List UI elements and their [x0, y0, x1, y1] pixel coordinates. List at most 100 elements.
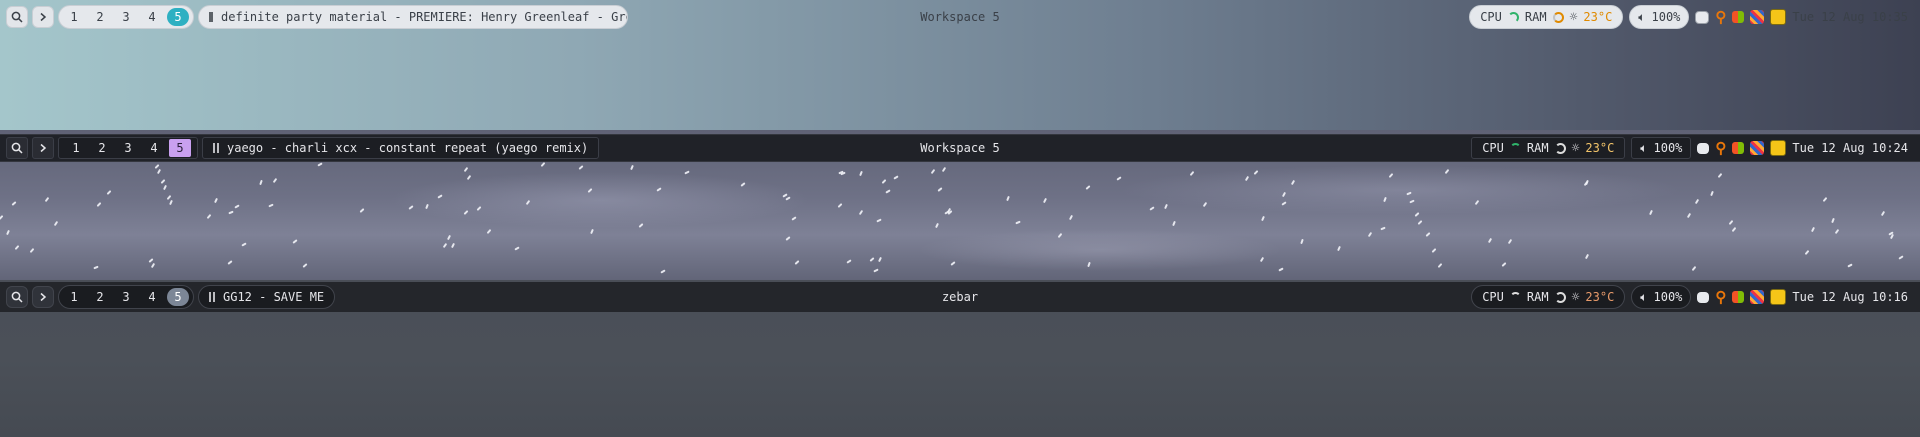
snowflake — [53, 220, 59, 227]
snowflake — [442, 242, 448, 249]
speaker-icon: 🔈︎ — [1640, 140, 1648, 155]
clock[interactable]: Tue 12 Aug 10:16 — [1792, 290, 1908, 304]
snowflake — [1889, 233, 1895, 240]
workspace-4[interactable]: 4 — [141, 288, 163, 306]
volume-widget[interactable]: 🔈︎ 100% — [1631, 137, 1692, 159]
cpu-label: CPU — [1482, 290, 1504, 304]
ram-label: RAM — [1526, 141, 1549, 155]
snowflake — [1164, 203, 1168, 210]
snowflake — [1015, 220, 1021, 225]
snowflake — [1425, 232, 1431, 237]
search-magnifier-icon[interactable]: ⚲ — [1715, 8, 1726, 26]
snowflake — [1042, 197, 1048, 204]
search-magnifier-icon[interactable]: ⚲ — [1715, 288, 1726, 306]
stripes-app-icon[interactable] — [1750, 290, 1765, 304]
workspace-2[interactable]: 2 — [89, 288, 111, 306]
media-widget[interactable]: yaego - charli xcx - constant repeat (ya… — [202, 137, 600, 159]
volume-value: 100% — [1653, 141, 1683, 155]
snowflake — [1710, 190, 1714, 197]
snowflake — [1383, 196, 1387, 203]
media-widget[interactable]: GG12 - SAVE ME — [198, 285, 336, 309]
system-stats: CPU RAM ☼ 23°C — [1471, 285, 1626, 309]
media-widget[interactable]: definite party material - PREMIERE: Henr… — [198, 5, 628, 29]
discord-icon[interactable] — [1695, 10, 1710, 24]
snowflake — [259, 179, 263, 186]
stripes-app-icon[interactable] — [1750, 10, 1765, 24]
snowflake — [885, 189, 891, 194]
snowflake — [1367, 231, 1373, 238]
snowflake — [1880, 210, 1886, 217]
snowflake — [6, 229, 10, 236]
workspace-5-active[interactable]: 5 — [169, 139, 191, 157]
now-playing-title: yaego - charli xcx - constant repeat (ya… — [227, 141, 589, 155]
next-button[interactable] — [32, 286, 54, 308]
clock[interactable]: Tue 12 Aug 10:24 — [1792, 141, 1908, 155]
snowflake — [1149, 206, 1155, 211]
next-button[interactable] — [32, 137, 54, 159]
snowflake — [14, 244, 20, 251]
workspace-4[interactable]: 4 — [143, 139, 165, 157]
workspace-4[interactable]: 4 — [141, 8, 163, 26]
system-stats: CPU RAM ☼ 23°C — [1469, 5, 1624, 29]
windows-icon[interactable] — [1732, 291, 1745, 303]
volume-widget[interactable]: 🔈︎ 100% — [1631, 285, 1692, 309]
search-button[interactable] — [6, 286, 28, 308]
workspace-5-active[interactable]: 5 — [167, 288, 189, 306]
clock[interactable]: Tue 12 Aug 10:35 — [1792, 10, 1908, 24]
snowflake — [156, 168, 162, 175]
temperature: 23°C — [1583, 10, 1613, 24]
workspace-3[interactable]: 3 — [117, 139, 139, 157]
snowflake — [1281, 191, 1287, 198]
snowflake — [1831, 217, 1835, 224]
workspace-1[interactable]: 1 — [63, 8, 85, 26]
snowflake — [268, 203, 274, 208]
ram-usage-icon — [1554, 142, 1566, 154]
search-button[interactable] — [6, 6, 28, 28]
search-magnifier-icon[interactable]: ⚲ — [1715, 139, 1726, 157]
snowflake — [1898, 255, 1904, 260]
workspace-1[interactable]: 1 — [65, 139, 87, 157]
volume-widget[interactable]: 🔈︎ 100% — [1629, 5, 1690, 29]
snowflake — [446, 234, 452, 241]
discord-icon[interactable] — [1697, 291, 1710, 303]
snowflake — [1431, 248, 1437, 253]
stripes-app-icon[interactable] — [1750, 141, 1765, 155]
snowflake — [29, 247, 35, 254]
workspace-switcher: 1 2 3 4 5 — [58, 285, 194, 309]
chevron-right-icon — [40, 143, 47, 153]
snowflake — [656, 187, 662, 192]
image-viewer-icon[interactable] — [1770, 9, 1787, 25]
next-button[interactable] — [32, 6, 54, 28]
snowflake — [794, 260, 800, 265]
now-playing-title: GG12 - SAVE ME — [223, 290, 325, 304]
snowflake — [1380, 226, 1386, 231]
now-playing-title: definite party material - PREMIERE: Henr… — [221, 10, 628, 24]
snowflake — [1584, 253, 1590, 260]
pause-icon — [209, 292, 215, 302]
snowflake — [359, 208, 365, 213]
workspace-2[interactable]: 2 — [91, 139, 113, 157]
workspace-3[interactable]: 3 — [115, 8, 137, 26]
snowflake — [1085, 185, 1091, 190]
snowflake — [214, 197, 218, 204]
image-viewer-icon[interactable] — [1770, 289, 1787, 305]
workspace-1[interactable]: 1 — [63, 288, 85, 306]
snowflake — [740, 182, 746, 187]
workspace-3[interactable]: 3 — [115, 288, 137, 306]
snowflake — [1834, 228, 1840, 235]
weather-icon: ☼ — [1571, 289, 1580, 305]
image-viewer-icon[interactable] — [1770, 140, 1787, 156]
search-icon — [11, 291, 23, 303]
weather-icon: ☼ — [1571, 140, 1580, 156]
windows-icon[interactable] — [1732, 142, 1745, 154]
windows-icon[interactable] — [1732, 11, 1745, 23]
cpu-label: CPU — [1480, 10, 1502, 24]
workspace-5-active[interactable]: 5 — [167, 8, 189, 26]
snowflake — [169, 199, 173, 206]
workspace-2[interactable]: 2 — [89, 8, 111, 26]
snowflake — [1686, 212, 1692, 219]
search-button[interactable] — [6, 137, 28, 159]
discord-icon[interactable] — [1697, 142, 1710, 154]
snowflake — [1437, 262, 1443, 269]
snowflake — [1087, 261, 1091, 268]
